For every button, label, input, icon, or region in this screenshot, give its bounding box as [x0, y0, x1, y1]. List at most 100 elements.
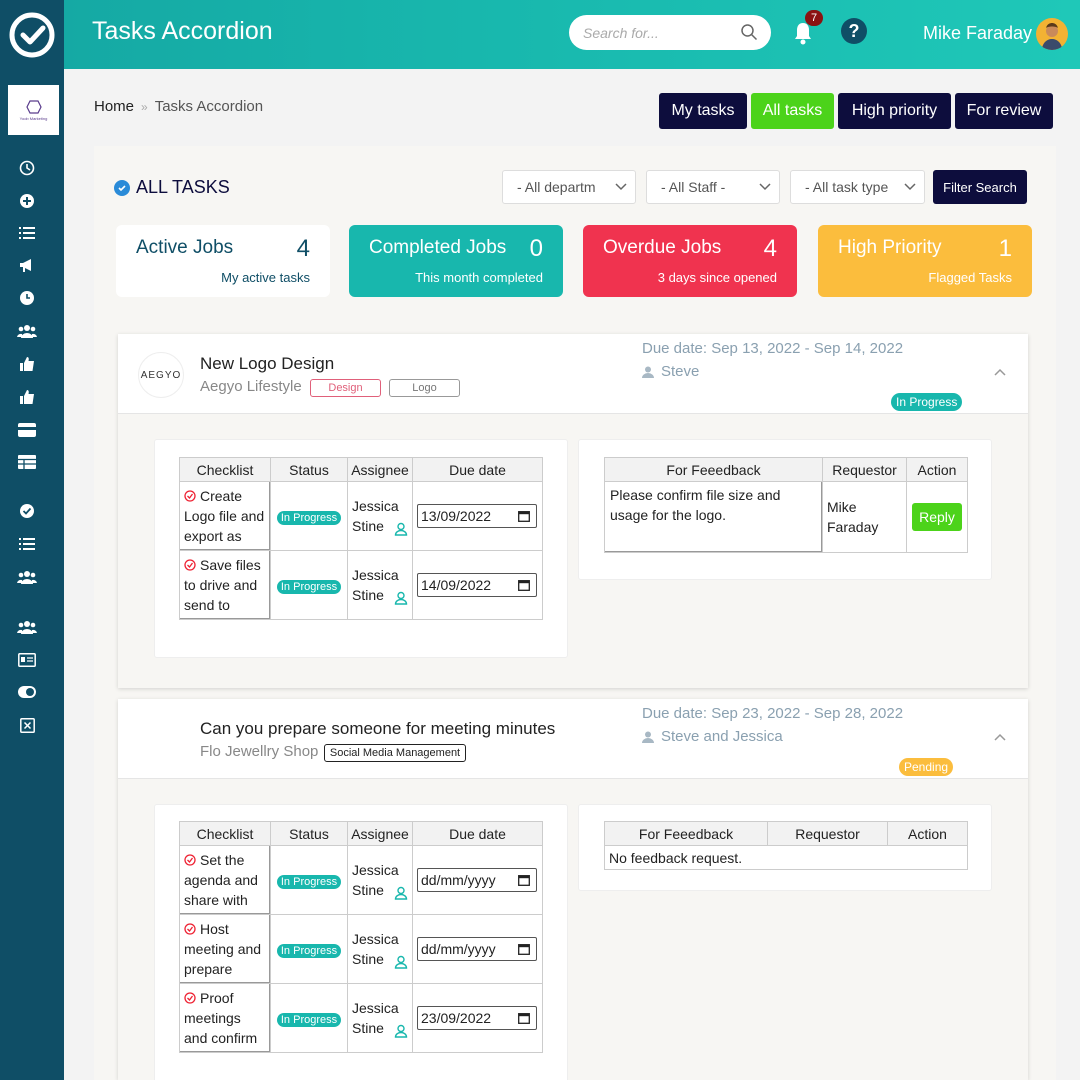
clock-icon[interactable] — [17, 158, 37, 178]
user-icon[interactable] — [394, 591, 408, 605]
card-subtitle: 3 days since opened — [657, 270, 777, 285]
time-icon[interactable] — [17, 288, 37, 308]
users-icon-2[interactable] — [17, 567, 37, 587]
user-icon[interactable] — [394, 955, 408, 969]
col-requestor: Requestor — [822, 457, 907, 482]
app-logo[interactable] — [0, 0, 64, 69]
overdue-jobs-card[interactable]: Overdue Jobs 4 3 days since opened — [583, 225, 797, 297]
chevron-down-icon — [759, 183, 771, 191]
date-value: 23/09/2022 — [421, 1010, 492, 1026]
user-icon[interactable] — [394, 1024, 408, 1038]
avatar[interactable] — [1036, 18, 1068, 50]
client-name: Aegyo Lifestyle — [200, 378, 302, 395]
department-select[interactable]: - All departm — [502, 170, 636, 204]
card-label: Completed Jobs — [369, 237, 507, 258]
active-jobs-card[interactable]: Active Jobs 4 My active tasks — [116, 225, 330, 297]
col-action: Action — [906, 457, 968, 482]
user-icon[interactable] — [394, 886, 408, 900]
due-date-input[interactable]: 23/09/2022 — [417, 1006, 537, 1030]
brand-hexagon-icon — [25, 99, 42, 114]
filter-search-button[interactable]: Filter Search — [933, 170, 1027, 204]
task-accordion-item: AEGYO New Logo Design Aegyo Lifestyle De… — [118, 334, 1028, 688]
task-header[interactable]: Can you prepare someone for meeting minu… — [118, 699, 1028, 779]
checklist-item[interactable]: Set the agenda and share with all attend… — [180, 846, 270, 914]
card-label: Overdue Jobs — [603, 237, 722, 258]
task-title: New Logo Design — [200, 354, 335, 373]
checklist-item[interactable]: Proof meetings and confirm with — [180, 984, 270, 1052]
checklist-item[interactable]: Create Logo file and export as required — [180, 482, 270, 550]
tag-logo: Logo — [389, 379, 460, 397]
search-icon[interactable] — [740, 23, 758, 41]
list-icon-2[interactable] — [17, 534, 37, 554]
tab-for-review[interactable]: For review — [955, 93, 1053, 129]
assigned-names: Steve — [661, 363, 700, 380]
requestor-name: Mike Faraday — [822, 481, 907, 553]
due-date-input[interactable]: dd/mm/yyyy — [417, 868, 537, 892]
assignee-name: Jessica Stine — [352, 1000, 399, 1036]
thumbs-up-icon[interactable] — [17, 354, 37, 374]
users-icon[interactable] — [17, 321, 37, 341]
incomplete-icon — [184, 923, 196, 935]
card-count: 4 — [763, 235, 777, 262]
card-icon[interactable] — [17, 420, 37, 440]
task-type-select[interactable]: - All task type — [790, 170, 925, 204]
card-label: Active Jobs — [136, 237, 234, 258]
close-box-icon[interactable] — [17, 715, 37, 735]
user-name[interactable]: Mike Faraday — [923, 23, 1032, 44]
col-assignee: Assignee — [347, 821, 413, 846]
thumbs-up-icon-2[interactable] — [17, 387, 37, 407]
tab-high-priority[interactable]: High priority — [838, 93, 951, 129]
task-type-value: - All task type — [805, 179, 889, 195]
status-badge: In Progress — [276, 510, 342, 525]
due-date-input[interactable]: 14/09/2022 — [417, 573, 537, 597]
col-action: Action — [887, 821, 968, 846]
brand-text: Yoob Marketing — [19, 115, 48, 121]
col-feedback: For Feeedback — [604, 457, 823, 482]
card-subtitle: My active tasks — [221, 270, 310, 285]
incomplete-icon — [184, 992, 196, 1004]
checklist-item[interactable]: Host meeting and prepare minutes — [180, 915, 270, 983]
incomplete-icon — [184, 559, 196, 571]
feedback-text[interactable]: Please confirm file size and usage for t… — [605, 482, 822, 552]
breadcrumb-current: Tasks Accordion — [154, 98, 264, 115]
chevron-up-icon[interactable] — [994, 368, 1006, 376]
assignee-name: Jessica Stine — [352, 931, 399, 967]
avatar-person-icon — [1042, 23, 1062, 50]
table-icon[interactable] — [17, 452, 37, 472]
top-header: Tasks Accordion 7 ? Mike Faraday — [64, 0, 1080, 69]
assignee-name: Jessica Stine — [352, 567, 399, 603]
checklist-item[interactable]: Save files to drive and send to client — [180, 551, 270, 619]
reply-button[interactable]: Reply — [912, 503, 962, 531]
brand-logo[interactable]: Yoob Marketing — [8, 85, 59, 135]
due-date: Due date: Sep 13, 2022 - Sep 14, 2022 — [642, 340, 904, 357]
col-assignee: Assignee — [347, 457, 413, 482]
tab-all-tasks[interactable]: All tasks — [751, 93, 834, 129]
task-header[interactable]: AEGYO New Logo Design Aegyo Lifestyle De… — [118, 334, 1028, 414]
help-icon[interactable]: ? — [841, 18, 867, 44]
chevron-down-icon — [615, 183, 627, 191]
incomplete-icon — [184, 854, 196, 866]
chevron-up-icon[interactable] — [994, 733, 1006, 741]
plus-circle-icon[interactable] — [17, 191, 37, 211]
checklist-table: Checklist Status Assignee Due date Set t… — [179, 821, 543, 1053]
due-date-input[interactable]: dd/mm/yyyy — [417, 937, 537, 961]
id-card-icon[interactable] — [17, 650, 37, 670]
assigned-to: Steve — [642, 363, 699, 380]
status-badge: In Progress — [276, 874, 342, 889]
list-icon[interactable] — [17, 223, 37, 243]
calendar-icon — [518, 944, 530, 955]
due-date-input[interactable]: 13/09/2022 — [417, 504, 537, 528]
user-icon[interactable] — [394, 522, 408, 536]
checklist-table: Checklist Status Assignee Due date Creat… — [179, 457, 543, 620]
breadcrumb-home[interactable]: Home — [94, 98, 134, 115]
staff-select[interactable]: - All Staff - — [646, 170, 780, 204]
completed-jobs-card[interactable]: Completed Jobs 0 This month completed — [349, 225, 563, 297]
megaphone-icon[interactable] — [17, 255, 37, 275]
check-circle-icon[interactable] — [17, 501, 37, 521]
col-status: Status — [270, 821, 348, 846]
high-priority-card[interactable]: High Priority 1 Flagged Tasks — [818, 225, 1032, 297]
notification-badge: 7 — [805, 10, 823, 26]
users-icon-3[interactable] — [17, 617, 37, 637]
tab-my-tasks[interactable]: My tasks — [659, 93, 747, 129]
toggle-icon[interactable] — [17, 682, 37, 702]
